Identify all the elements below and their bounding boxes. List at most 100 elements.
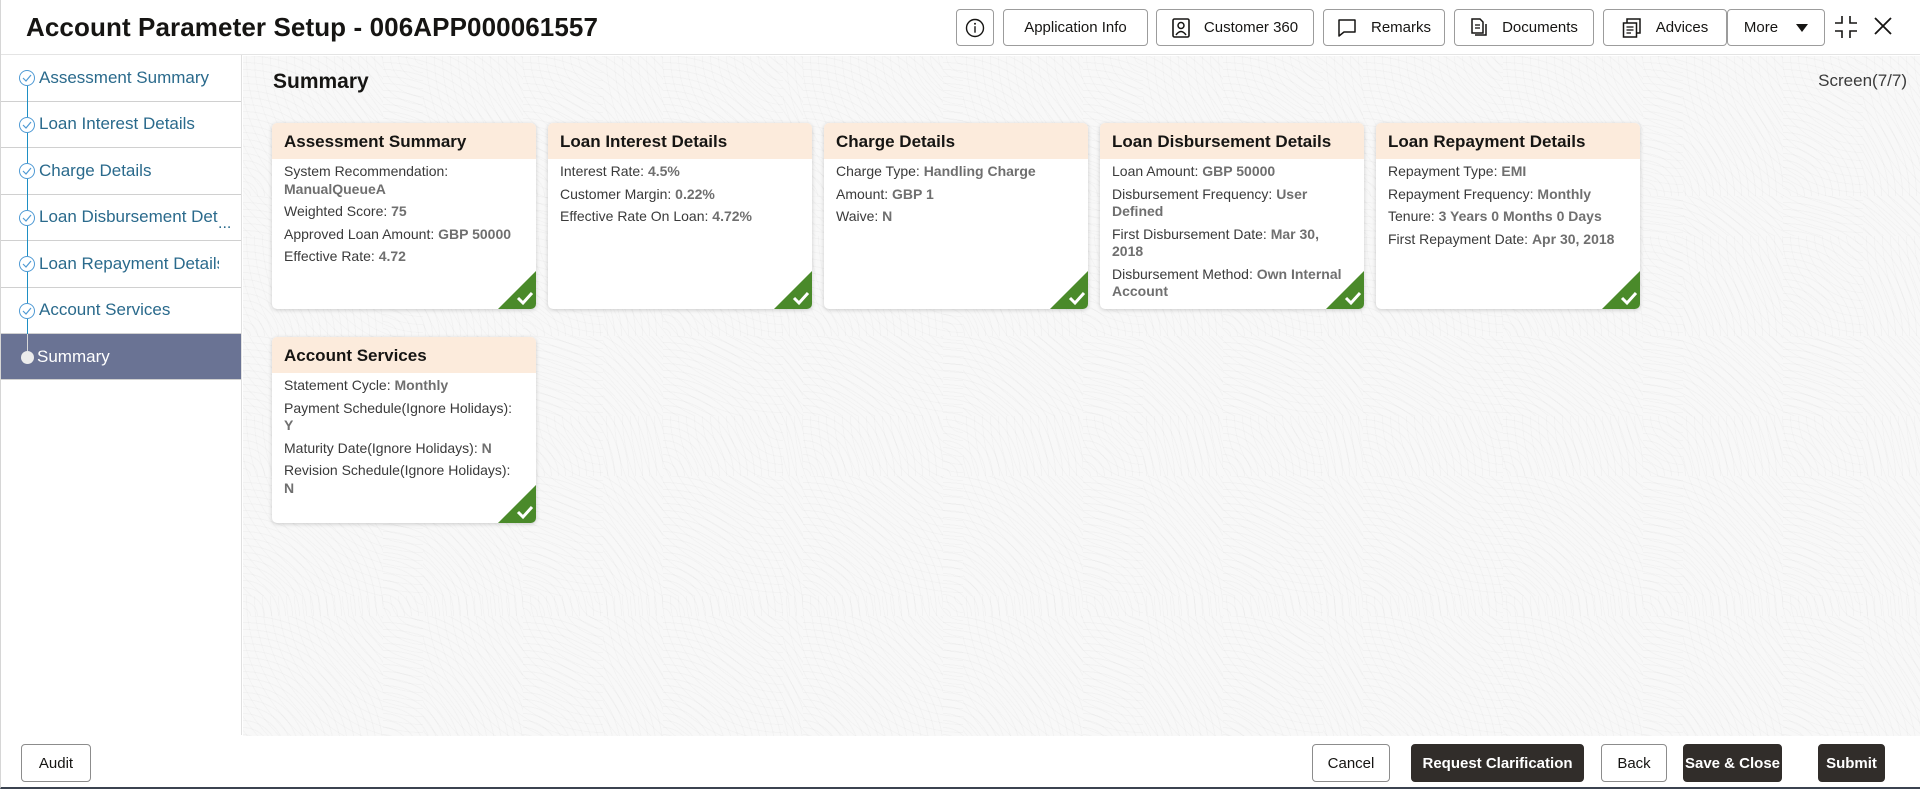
field-label: Repayment Frequency: bbox=[1388, 185, 1538, 202]
application-info-button[interactable]: Application Info bbox=[1003, 9, 1148, 46]
card-title: Loan Disbursement Details bbox=[1100, 123, 1364, 159]
step-connector bbox=[26, 287, 28, 303]
back-button[interactable]: Back bbox=[1601, 744, 1667, 782]
field-label: Weighted Score: bbox=[284, 203, 392, 219]
field-label: System Recommendation: bbox=[284, 163, 449, 179]
card-field: Disbursement Frequency: User Defined bbox=[1112, 186, 1352, 221]
sidebar-item-loan-interest-details[interactable]: Loan Interest Details bbox=[1, 101, 241, 149]
step-connector bbox=[26, 334, 28, 351]
completed-check-icon bbox=[1050, 271, 1088, 309]
step-label: Summary bbox=[37, 346, 110, 366]
remarks-button[interactable]: Remarks bbox=[1323, 9, 1445, 46]
card-field: First Disbursement Date: Mar 30, 2018 bbox=[1112, 226, 1352, 261]
field-value: N bbox=[481, 439, 492, 456]
field-label: Statement Cycle: bbox=[284, 377, 395, 393]
card-field: Effective Rate: 4.72 bbox=[284, 248, 524, 266]
step-label: Loan Repayment Details bbox=[39, 253, 219, 273]
cancel-button[interactable]: Cancel bbox=[1312, 744, 1390, 782]
sidebar-item-loan-repayment-details[interactable]: Loan Repayment Details bbox=[1, 241, 241, 288]
field-value: N bbox=[882, 208, 893, 224]
remarks-label: Remarks bbox=[1370, 19, 1431, 36]
check-circle-icon bbox=[19, 256, 35, 272]
app-window: Account Parameter Setup - 006APP00006155… bbox=[0, 0, 1920, 789]
field-value: 4.72 bbox=[378, 248, 406, 264]
advices-icon bbox=[1622, 17, 1642, 38]
section-title: Summary bbox=[273, 70, 369, 93]
remarks-icon bbox=[1337, 18, 1357, 38]
step-connector bbox=[26, 194, 28, 210]
field-label: Loan Amount: bbox=[1112, 163, 1203, 179]
step-connector bbox=[26, 179, 28, 195]
card-field: Payment Schedule(Ignore Holidays): Y bbox=[284, 400, 524, 435]
more-label: More bbox=[1743, 19, 1779, 36]
customer-360-icon bbox=[1172, 17, 1190, 38]
field-label: Effective Rate: bbox=[284, 248, 379, 264]
field-value: 0.22% bbox=[675, 185, 715, 202]
advices-button[interactable]: Advices bbox=[1603, 9, 1727, 46]
sidebar-item-summary[interactable]: Summary bbox=[1, 334, 241, 380]
summary-card-assessment-summary[interactable]: Assessment Summary System Recommendation… bbox=[272, 123, 536, 309]
customer-360-label: Customer 360 bbox=[1203, 19, 1299, 36]
card-field: Amount: GBP 1 bbox=[836, 186, 1076, 204]
field-value: GBP 1 bbox=[892, 185, 934, 202]
submit-button[interactable]: Submit bbox=[1818, 744, 1885, 782]
check-circle-icon bbox=[19, 209, 35, 226]
step-label: Charge Details bbox=[39, 160, 152, 180]
page-title: Account Parameter Setup - 006APP00006155… bbox=[26, 12, 599, 42]
summary-card-loan-repayment-details[interactable]: Loan Repayment Details Repayment Type: E… bbox=[1376, 123, 1640, 309]
audit-button[interactable]: Audit bbox=[21, 744, 91, 782]
request-clarification-button[interactable]: Request Clarification bbox=[1411, 744, 1584, 782]
sidebar-item-account-services[interactable]: Account Services bbox=[1, 287, 241, 335]
card-field: Approved Loan Amount: GBP 50000 bbox=[284, 226, 524, 244]
card-field: Repayment Frequency: Monthly bbox=[1388, 186, 1628, 204]
sidebar-item-loan-disbursement-details[interactable]: Loan Disbursement Det ... bbox=[1, 194, 241, 242]
field-label: Interest Rate: bbox=[560, 163, 648, 179]
card-field: Interest Rate: 4.5% bbox=[560, 163, 800, 181]
step-connector bbox=[26, 86, 28, 102]
card-field: Maturity Date(Ignore Holidays): N bbox=[284, 440, 524, 458]
minimize-icon[interactable] bbox=[1833, 14, 1859, 45]
save-and-close-button[interactable]: Save & Close bbox=[1683, 744, 1782, 782]
card-title: Charge Details bbox=[824, 123, 1088, 159]
step-label: Assessment Summary bbox=[39, 67, 210, 87]
card-field: Disbursement Method: Own Internal Accoun… bbox=[1112, 266, 1352, 301]
field-value: 4.5% bbox=[647, 163, 680, 179]
field-value: Handling Charge bbox=[923, 163, 1036, 179]
check-circle-icon bbox=[19, 163, 35, 179]
card-title: Account Services bbox=[272, 337, 536, 373]
summary-card-loan-interest-details[interactable]: Loan Interest Details Interest Rate: 4.5… bbox=[548, 123, 812, 309]
field-label: First Disbursement Date: bbox=[1112, 225, 1271, 242]
close-icon[interactable] bbox=[1873, 16, 1893, 41]
customer-360-button[interactable]: Customer 360 bbox=[1156, 9, 1314, 46]
sidebar-item-charge-details[interactable]: Charge Details bbox=[1, 148, 241, 195]
truncation-ellipsis: ... bbox=[218, 214, 232, 232]
documents-icon bbox=[1470, 17, 1488, 38]
field-value: EMI bbox=[1501, 163, 1527, 179]
step-label: Loan Interest Details bbox=[39, 114, 195, 134]
card-title: Loan Interest Details bbox=[548, 123, 812, 159]
summary-card-account-services[interactable]: Account Services Statement Cycle: Monthl… bbox=[272, 337, 536, 523]
step-connector bbox=[26, 241, 28, 256]
step-connector bbox=[26, 148, 28, 163]
summary-card-charge-details[interactable]: Charge Details Charge Type: Handling Cha… bbox=[824, 123, 1088, 309]
info-button[interactable] bbox=[956, 9, 994, 46]
sidebar-item-assessment-summary[interactable]: Assessment Summary bbox=[1, 55, 241, 102]
card-field: Statement Cycle: Monthly bbox=[284, 377, 524, 395]
field-label: First Repayment Date: bbox=[1388, 230, 1532, 247]
completed-check-icon bbox=[774, 271, 812, 309]
card-field: Weighted Score: 75 bbox=[284, 203, 524, 221]
check-circle-icon bbox=[19, 70, 35, 86]
field-value: 3 Years 0 Months 0 Days bbox=[1438, 208, 1602, 224]
more-dropdown[interactable]: More bbox=[1727, 9, 1825, 46]
documents-button[interactable]: Documents bbox=[1454, 9, 1594, 46]
field-label: Customer Margin: bbox=[560, 185, 676, 202]
step-connector bbox=[26, 272, 28, 288]
summary-card-loan-disbursement-details[interactable]: Loan Disbursement Details Loan Amount: G… bbox=[1100, 123, 1364, 309]
screen-counter: Screen(7/7) bbox=[1818, 71, 1907, 90]
card-field: First Repayment Date: Apr 30, 2018 bbox=[1388, 231, 1628, 249]
completed-check-icon bbox=[498, 485, 536, 523]
field-label: Payment Schedule(Ignore Holidays): bbox=[284, 399, 513, 416]
field-value: GBP 50000 bbox=[438, 225, 512, 242]
field-value: ManualQueueA bbox=[284, 180, 386, 197]
current-step-dot-icon bbox=[21, 351, 34, 364]
